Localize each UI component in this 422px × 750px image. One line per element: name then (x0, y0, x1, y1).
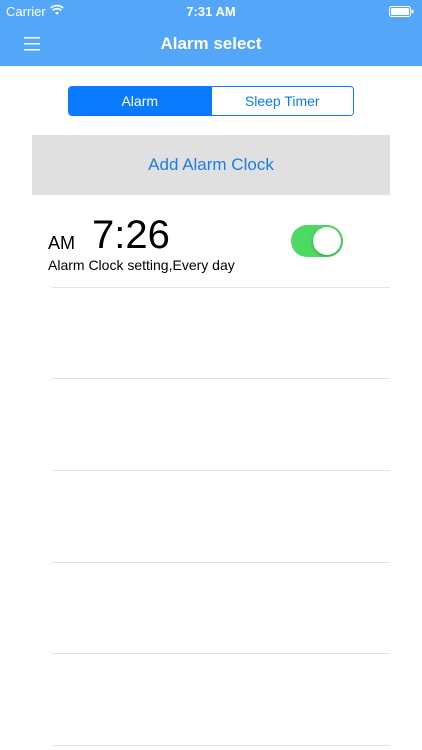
toggle-knob (313, 227, 341, 255)
add-alarm-clock-button[interactable]: Add Alarm Clock (32, 135, 390, 195)
list-divider (52, 378, 390, 379)
alarm-time: 7:26 (92, 213, 170, 257)
alarm-ampm: AM (48, 233, 75, 253)
status-bar: Carrier 7:31 AM (0, 0, 422, 22)
app-screen: Carrier 7:31 AM Alarm select Alarm Sleep… (0, 0, 422, 750)
battery-icon (389, 6, 414, 17)
list-divider (52, 562, 390, 563)
alarm-description: Alarm Clock setting,Every day (48, 257, 235, 273)
alarm-row[interactable]: AM 7:26 Alarm Clock setting,Every day (32, 205, 390, 287)
tab-sleep-timer[interactable]: Sleep Timer (210, 87, 353, 115)
tab-alarm[interactable]: Alarm (69, 87, 211, 115)
list-divider (52, 745, 390, 746)
page-title: Alarm select (160, 34, 262, 53)
mode-segmented-control: Alarm Sleep Timer (68, 86, 354, 116)
list-divider (52, 287, 390, 288)
status-time: 7:31 AM (186, 4, 236, 19)
list-divider (52, 470, 390, 471)
navigation-bar: Alarm select (0, 22, 422, 66)
alarm-enabled-toggle[interactable] (291, 225, 343, 257)
list-divider (52, 653, 390, 654)
